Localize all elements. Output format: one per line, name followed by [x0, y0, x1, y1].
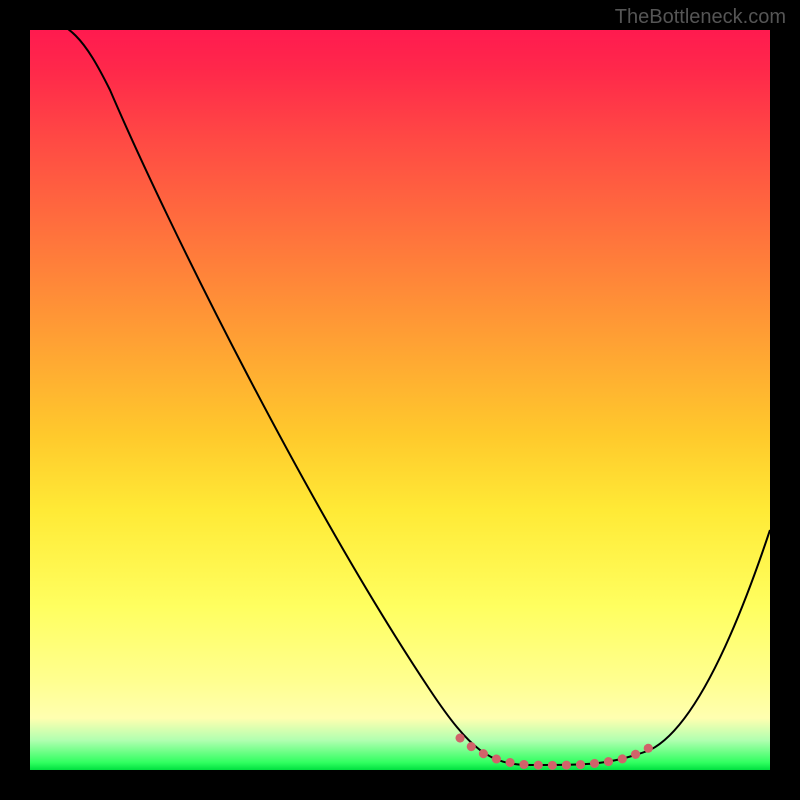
chart-container: TheBottleneck.com [0, 0, 800, 800]
optimal-zone-dots [460, 738, 655, 765]
curve-svg [30, 30, 770, 770]
curve-line [30, 30, 770, 765]
plot-area [30, 30, 770, 770]
watermark-text: TheBottleneck.com [615, 6, 786, 29]
